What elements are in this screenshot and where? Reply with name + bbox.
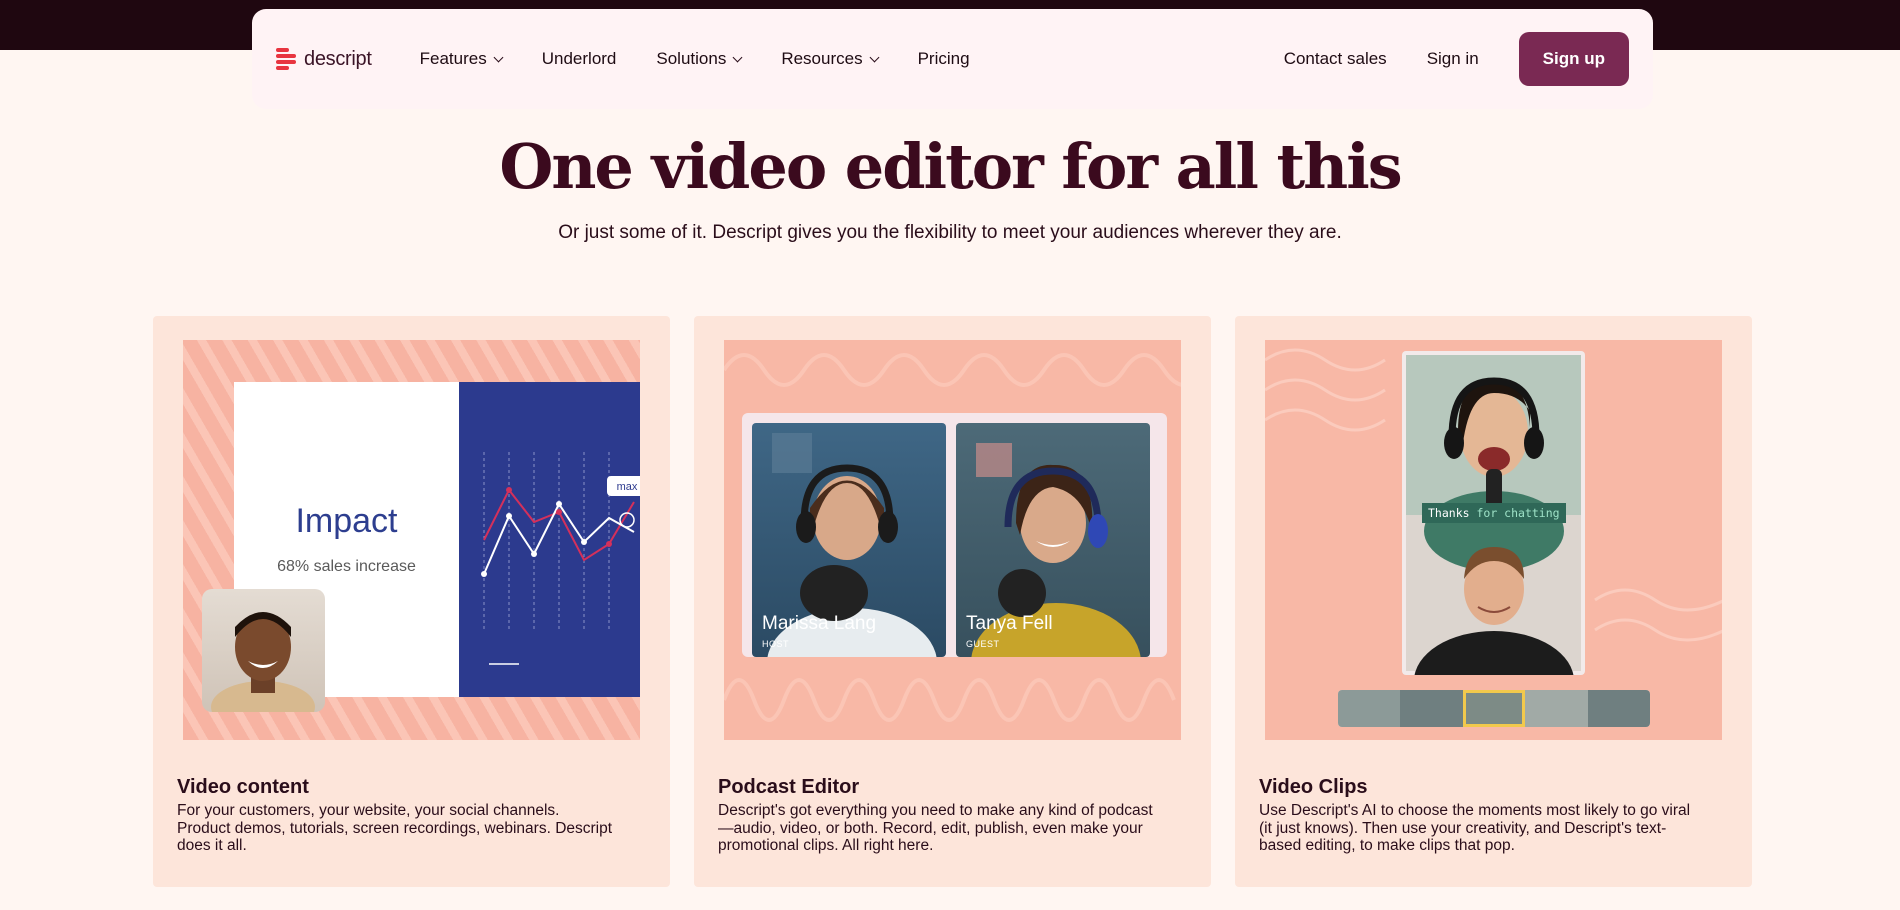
host-role: HOST (762, 639, 790, 649)
clip-caption: Thanks for chatting (1422, 503, 1566, 523)
logo-wordmark: descript (304, 47, 372, 70)
card-title: Video Clips (1259, 776, 1368, 798)
line-chart-graphic: max (481, 452, 640, 665)
timeline-thumbnail (1525, 690, 1588, 727)
vertical-clip-preview: Thanks for chatting (1402, 351, 1585, 675)
card-description: Descript's got everything you need to ma… (718, 802, 1153, 854)
hero-subtitle: Or just some of it. Descript gives you t… (558, 222, 1342, 243)
nav-links: Features Underlord Solutions Resources P… (420, 49, 1010, 69)
podcast-editor-illustration: Marissa Lang HOST Tanya Fell GUEST (724, 340, 1181, 740)
chart-tooltip: max (617, 481, 638, 493)
sign-up-button[interactable]: Sign up (1518, 32, 1629, 86)
call-window: Marissa Lang HOST Tanya Fell GUEST (742, 413, 1167, 657)
chevron-down-icon (869, 52, 880, 62)
video-content-illustration: Impact 68% sales increase max (183, 340, 640, 740)
video-clips-illustration: Thanks for chatting (1265, 340, 1722, 740)
line-chart-panel: max (459, 382, 640, 697)
timeline-thumbnail (1400, 690, 1463, 727)
card-video-clips[interactable]: Thanks for chatting Video Clips Use Desc… (1235, 316, 1752, 887)
descript-logo-icon (276, 47, 298, 71)
clip-timeline-strip (1338, 690, 1650, 727)
card-description: Use Descript's AI to choose the moments … (1259, 802, 1691, 854)
descript-logo[interactable]: descript (276, 47, 372, 71)
chevron-down-icon (493, 52, 504, 62)
nav-item-pricing[interactable]: Pricing (918, 49, 970, 69)
host-name: Marissa Lang (762, 613, 877, 634)
card-video-content[interactable]: Impact 68% sales increase max Video cont… (153, 316, 670, 887)
sign-in-link[interactable]: Sign in (1427, 49, 1479, 69)
card-podcast-editor[interactable]: Marissa Lang HOST Tanya Fell GUEST Podca… (694, 316, 1211, 887)
guest-video-tile: Tanya Fell GUEST (956, 423, 1150, 657)
hero-title: One video editor for all this (499, 130, 1402, 203)
contact-sales-link[interactable]: Contact sales (1284, 49, 1387, 69)
guest-role: GUEST (966, 639, 1000, 649)
chevron-down-icon (732, 52, 743, 62)
nav-item-features[interactable]: Features (420, 49, 504, 69)
nav-actions: Contact sales Sign in Sign up (1284, 32, 1629, 86)
card-description: For your customers, your website, your s… (177, 802, 613, 854)
nav-item-underlord[interactable]: Underlord (542, 49, 617, 69)
main-navigation: descript Features Underlord Solutions Re… (252, 9, 1653, 109)
timeline-thumbnail (1338, 690, 1401, 727)
timeline-thumbnail-selected (1462, 690, 1526, 727)
slide-title: Impact (295, 502, 398, 540)
guest-name: Tanya Fell (966, 613, 1053, 634)
slide-stat: 68% sales increase (277, 558, 416, 575)
nav-item-resources[interactable]: Resources (781, 49, 880, 69)
nav-item-solutions[interactable]: Solutions (656, 49, 743, 69)
card-title: Podcast Editor (718, 776, 860, 798)
host-video-tile: Marissa Lang HOST (752, 423, 946, 657)
presenter-avatar (202, 589, 325, 712)
timeline-thumbnail (1587, 690, 1650, 727)
card-title: Video content (177, 776, 309, 798)
